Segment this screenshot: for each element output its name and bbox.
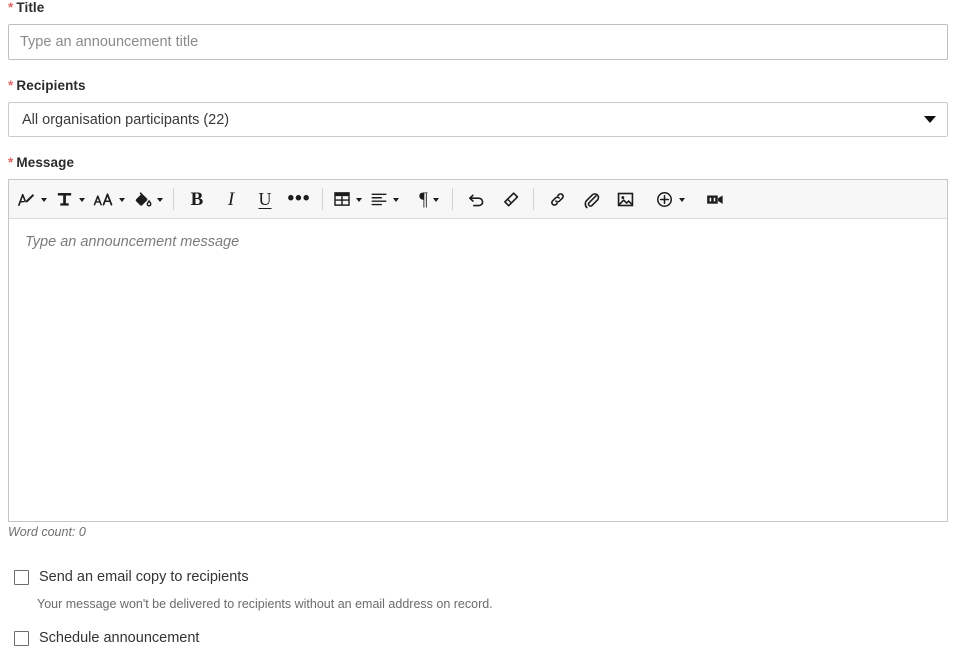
underline-icon[interactable]: U (249, 184, 281, 214)
ellipsis-glyph: ••• (287, 188, 311, 209)
more-formatting-icon[interactable]: ••• (283, 184, 315, 214)
image-icon[interactable] (609, 184, 641, 214)
insert-more-icon[interactable] (652, 184, 688, 214)
chevron-down-icon[interactable] (432, 198, 439, 202)
undo-icon[interactable] (460, 184, 492, 214)
clear-formatting-icon[interactable] (494, 184, 526, 214)
italic-glyph: I (227, 188, 235, 210)
required-indicator: * (8, 0, 14, 15)
chevron-down-icon[interactable] (119, 198, 125, 202)
toolbar-separator (173, 188, 174, 210)
message-field-label: * Message (8, 155, 74, 171)
email-copy-checkbox-row[interactable]: Send an email copy to recipients (14, 569, 249, 585)
recipients-select[interactable]: All organisation participants (22) (8, 102, 948, 137)
chevron-down-icon[interactable] (41, 198, 47, 202)
message-editor-body[interactable]: Type an announcement message (9, 219, 947, 521)
word-count-label: Word count: 0 (8, 525, 86, 539)
recipients-field-label: * Recipients (8, 78, 86, 94)
email-copy-helper-text: Your message won't be delivered to recip… (37, 597, 493, 611)
title-field-label: * Title (8, 0, 44, 16)
styles-icon[interactable] (14, 184, 50, 214)
text-color-icon[interactable] (52, 184, 88, 214)
background-color-icon[interactable] (130, 184, 166, 214)
schedule-checkbox[interactable] (14, 630, 29, 646)
required-indicator: * (8, 78, 14, 93)
chevron-down-icon[interactable] (79, 198, 85, 202)
table-icon[interactable] (330, 184, 365, 214)
recipients-selected-value: All organisation participants (22) (22, 111, 230, 128)
align-icon[interactable] (367, 184, 402, 214)
pilcrow-glyph: ¶ (419, 188, 428, 210)
schedule-label: Schedule announcement (39, 630, 200, 646)
toolbar-separator (452, 188, 453, 210)
bold-icon[interactable]: B (181, 184, 213, 214)
toolbar-separator (533, 188, 534, 210)
rich-text-editor: B I U ••• ¶ Type an announcement message (8, 179, 948, 522)
paragraph-icon[interactable]: ¶ (413, 184, 445, 214)
message-placeholder: Type an announcement message (25, 234, 240, 250)
underline-glyph: U (258, 188, 272, 209)
editor-toolbar: B I U ••• ¶ (9, 180, 947, 219)
announcement-form-page: *Title *Recipients All organisation part… (0, 0, 965, 656)
message-label-text: Message (16, 155, 75, 170)
title-label-text: Title (16, 0, 45, 15)
email-copy-checkbox[interactable] (14, 569, 29, 585)
schedule-checkbox-row[interactable]: Schedule announcement (14, 630, 199, 646)
bold-glyph: B (190, 188, 204, 210)
email-copy-label: Send an email copy to recipients (39, 569, 249, 585)
attachment-icon[interactable] (575, 184, 607, 214)
title-input[interactable] (8, 24, 948, 60)
chevron-down-icon[interactable] (393, 198, 399, 202)
recipients-label-text: Recipients (16, 78, 86, 93)
chevron-down-icon[interactable] (913, 103, 947, 136)
chevron-down-icon[interactable] (679, 198, 685, 202)
video-icon[interactable] (699, 184, 731, 214)
font-size-icon[interactable] (90, 184, 128, 214)
chevron-down-icon[interactable] (157, 198, 163, 202)
toolbar-separator (322, 188, 323, 210)
italic-icon[interactable]: I (215, 184, 247, 214)
required-indicator: * (8, 155, 14, 170)
chevron-down-icon[interactable] (356, 198, 362, 202)
link-icon[interactable] (541, 184, 573, 214)
